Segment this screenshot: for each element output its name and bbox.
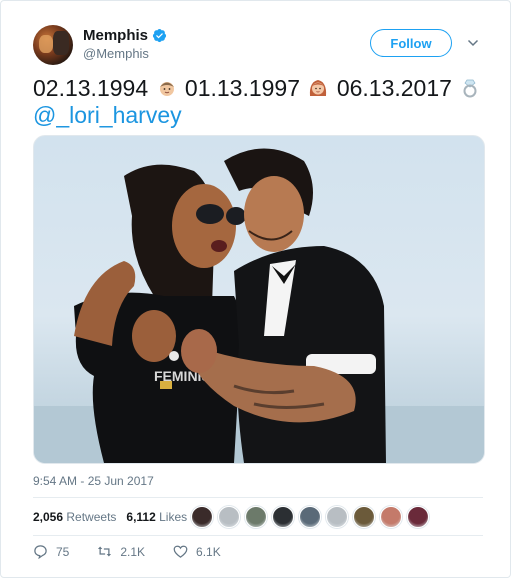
liker-avatar[interactable] [407,506,429,528]
reply-button[interactable]: 75 [33,544,69,559]
liker-avatar[interactable] [245,506,267,528]
liker-avatar[interactable] [191,506,213,528]
liker-avatar[interactable] [272,506,294,528]
date-engagement: 06.13.2017 [336,75,452,101]
liker-avatar[interactable] [218,506,240,528]
retweet-button[interactable]: 2.1K [97,544,145,559]
divider [33,497,483,498]
date-birth-1: 02.13.1994 [33,75,149,101]
author-handle[interactable]: @Memphis [83,46,149,61]
chevron-down-icon[interactable] [467,37,479,49]
tweet-photo[interactable]: FEMINIST [33,135,485,464]
liker-avatar[interactable] [299,506,321,528]
retweets-stat[interactable]: 2,056 Retweets [33,510,116,524]
engagement-stats: 2,056 Retweets 6,112 Likes [33,510,187,524]
author-avatar[interactable] [33,25,73,65]
likes-label: Likes [159,510,188,524]
tweet-card: Memphis @Memphis Follow 02.13.1994 01.13… [0,0,511,578]
retweet-count: 2.1K [120,544,146,559]
author-name[interactable]: Memphis [83,27,167,44]
reply-count: 75 [56,544,70,559]
divider [33,535,483,536]
likes-stat[interactable]: 6,112 Likes [126,510,187,524]
liker-avatar[interactable] [380,506,402,528]
author-name-label[interactable]: Memphis [83,27,148,44]
heart-icon [173,545,188,558]
verified-badge-icon [152,28,167,43]
couple-photo-image: FEMINIST [34,148,484,463]
likes-count: 6,112 [126,510,156,524]
date-birth-2: 01.13.1997 [184,75,301,101]
retweets-label: Retweets [66,510,117,524]
woman-emoji-icon [310,80,327,96]
man-emoji-icon [159,82,174,96]
reply-icon [34,545,47,559]
retweets-count: 2,056 [33,510,64,524]
tweet-timestamp[interactable]: 9:54 AM - 25 Jun 2017 [33,474,154,488]
liker-avatar[interactable] [326,506,348,528]
liker-avatars [191,506,429,528]
retweet-icon [98,546,112,557]
tweet-actions: 75 2.1K 6.1K [33,544,249,559]
like-count: 6.1K [196,544,221,559]
ring-emoji-icon [463,79,477,98]
liker-avatar[interactable] [353,506,375,528]
tweet-text: 02.13.1994 01.13.1997 06.13.2017 @_lori_… [33,75,483,129]
like-button[interactable]: 6.1K [173,544,221,559]
follow-button[interactable]: Follow [370,29,452,57]
mention-link[interactable]: @_lori_harvey [33,102,182,128]
